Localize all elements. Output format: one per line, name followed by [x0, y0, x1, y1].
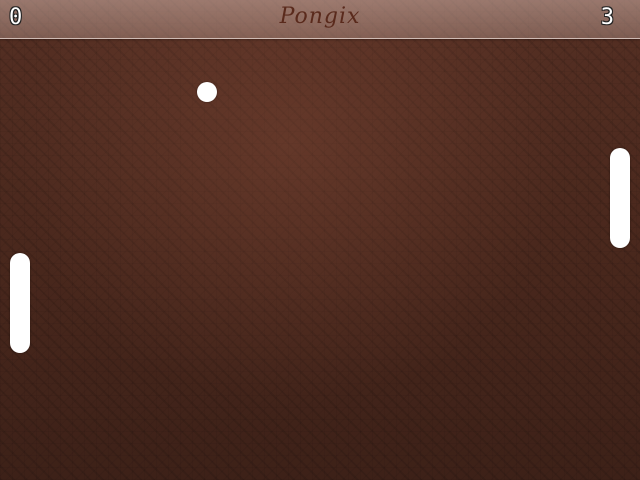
right-player-score: 3: [600, 5, 614, 30]
game-title: Pongix: [279, 4, 361, 29]
score-bar: 0 Pongix 3: [0, 0, 640, 39]
game-board[interactable]: 0 Pongix 3: [0, 0, 640, 480]
left-paddle[interactable]: [10, 253, 30, 353]
right-paddle[interactable]: [610, 148, 630, 248]
ball: [197, 82, 217, 102]
